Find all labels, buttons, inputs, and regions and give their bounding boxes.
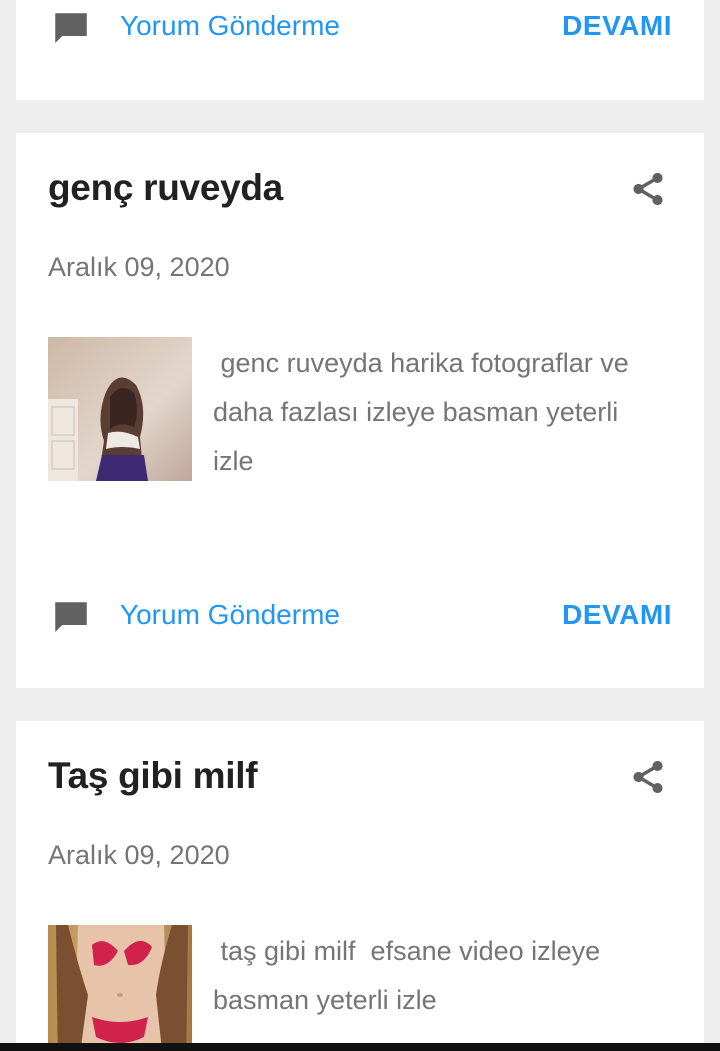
post-snippet: taş gibi milf efsane video izleye basman… [213, 936, 608, 1015]
post-footer: Yorum Gönderme DEVAMI [48, 593, 672, 639]
post-thumbnail[interactable] [48, 925, 192, 1051]
comment-icon[interactable] [50, 597, 92, 639]
share-icon [633, 760, 663, 794]
read-more-link[interactable]: DEVAMI [562, 599, 672, 631]
photo-thumbnail-icon [48, 925, 192, 1051]
post-snippet: genc ruveyda harika fotograflar ve daha … [213, 348, 637, 476]
photo-thumbnail-icon [48, 337, 192, 481]
post-date: Aralık 09, 2020 [48, 840, 230, 870]
post-title[interactable]: genç ruveyda [48, 167, 283, 209]
share-button[interactable] [628, 167, 668, 211]
post-date: Aralık 09, 2020 [48, 252, 230, 282]
read-more-link[interactable]: DEVAMI [562, 10, 672, 42]
post-thumbnail[interactable] [48, 337, 192, 481]
post-card: genç ruveyda Aralık 09, 2020 genc ruveyd… [16, 133, 704, 688]
post-title[interactable]: Taş gibi milf [48, 755, 258, 797]
post-footer: Yorum Gönderme DEVAMI [48, 4, 672, 50]
comment-link[interactable]: Yorum Gönderme [120, 10, 340, 42]
share-icon [633, 172, 663, 206]
system-navigation-bar [0, 1043, 720, 1051]
comment-icon[interactable] [50, 8, 92, 50]
post-card-previous: Yorum Gönderme DEVAMI [16, 0, 704, 100]
post-card: Taş gibi milf Aralık 09, 2020 taş gibi m… [16, 721, 704, 1051]
comment-link[interactable]: Yorum Gönderme [120, 599, 340, 631]
share-button[interactable] [628, 755, 668, 799]
